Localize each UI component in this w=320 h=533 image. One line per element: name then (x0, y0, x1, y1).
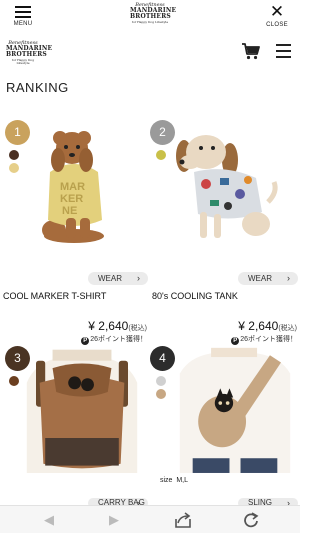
brand-logo[interactable]: Benefitness MANDARINE BROTHERS for Happy… (130, 3, 176, 24)
svg-text:MAR: MAR (60, 181, 85, 193)
browser-toolbar: ◀ ▶ (0, 505, 300, 533)
cart-icon[interactable] (241, 42, 261, 60)
color-swatch[interactable] (156, 389, 166, 399)
reload-icon[interactable] (242, 511, 260, 529)
svg-text:KER: KER (60, 193, 83, 205)
color-swatch[interactable] (156, 150, 166, 160)
close-button[interactable]: ✕ CLOSE (264, 2, 290, 28)
share-icon[interactable] (174, 511, 192, 529)
svg-text:NE: NE (62, 205, 77, 217)
product-name[interactable]: 80's COOLING TANK (152, 291, 238, 301)
color-swatches (9, 376, 21, 389)
back-arrow-icon[interactable]: ◀ (40, 511, 58, 529)
close-icon: ✕ (269, 2, 285, 21)
chevron-right-icon: › (287, 273, 290, 283)
product-card[interactable]: 1 MAR KER NE WEAR › COOL MARKER T-SHIRT ¥… (0, 120, 150, 350)
page-title: RANKING (6, 80, 69, 95)
product-price: ¥ 2,640(税込) (88, 319, 147, 333)
menu-label: MENU (13, 21, 33, 27)
color-swatch[interactable] (9, 376, 19, 386)
product-card[interactable]: 3 CARRY BAG › (0, 346, 150, 508)
color-swatch[interactable] (156, 376, 166, 386)
menu-button[interactable]: MENU (10, 4, 36, 27)
forward-arrow-icon[interactable]: ▶ (105, 511, 123, 529)
product-image[interactable] (175, 346, 295, 484)
color-swatch[interactable] (9, 163, 19, 173)
product-card[interactable]: 2 WEAR › 80's COOLING TANK ¥ 2,640(税込) P2… (150, 120, 300, 350)
color-swatches (9, 150, 21, 176)
reward-points: P 26ポイント獲得！ (231, 336, 297, 345)
top-bar: MENU Benefitness MANDARINE BROTHERS for … (0, 0, 300, 32)
points-icon: P (81, 337, 90, 345)
product-image[interactable] (22, 346, 142, 484)
product-price: ¥ 2,640(税込) (238, 319, 297, 333)
chevron-right-icon: › (137, 273, 140, 283)
color-swatch[interactable] (9, 150, 19, 160)
product-name[interactable]: COOL MARKER T-SHIRT (3, 291, 106, 301)
color-swatches (156, 150, 168, 163)
category-tag[interactable]: WEAR › (88, 272, 148, 285)
points-icon: P (231, 337, 240, 345)
site-logo[interactable]: Benefitness MANDARINE BROTHERS for Happy… (6, 41, 52, 65)
rank-badge: 4 (150, 346, 175, 371)
close-label: CLOSE (266, 22, 288, 28)
color-swatches (156, 376, 168, 402)
menu-icon (15, 6, 31, 18)
product-image[interactable] (170, 120, 290, 270)
size-info: size M,L (160, 477, 189, 484)
product-image[interactable]: MAR KER NE (22, 120, 142, 270)
category-tag[interactable]: WEAR › (238, 272, 298, 285)
reward-points: P 26ポイント獲得！ (81, 336, 147, 345)
hamburger-menu-icon[interactable] (276, 44, 291, 58)
